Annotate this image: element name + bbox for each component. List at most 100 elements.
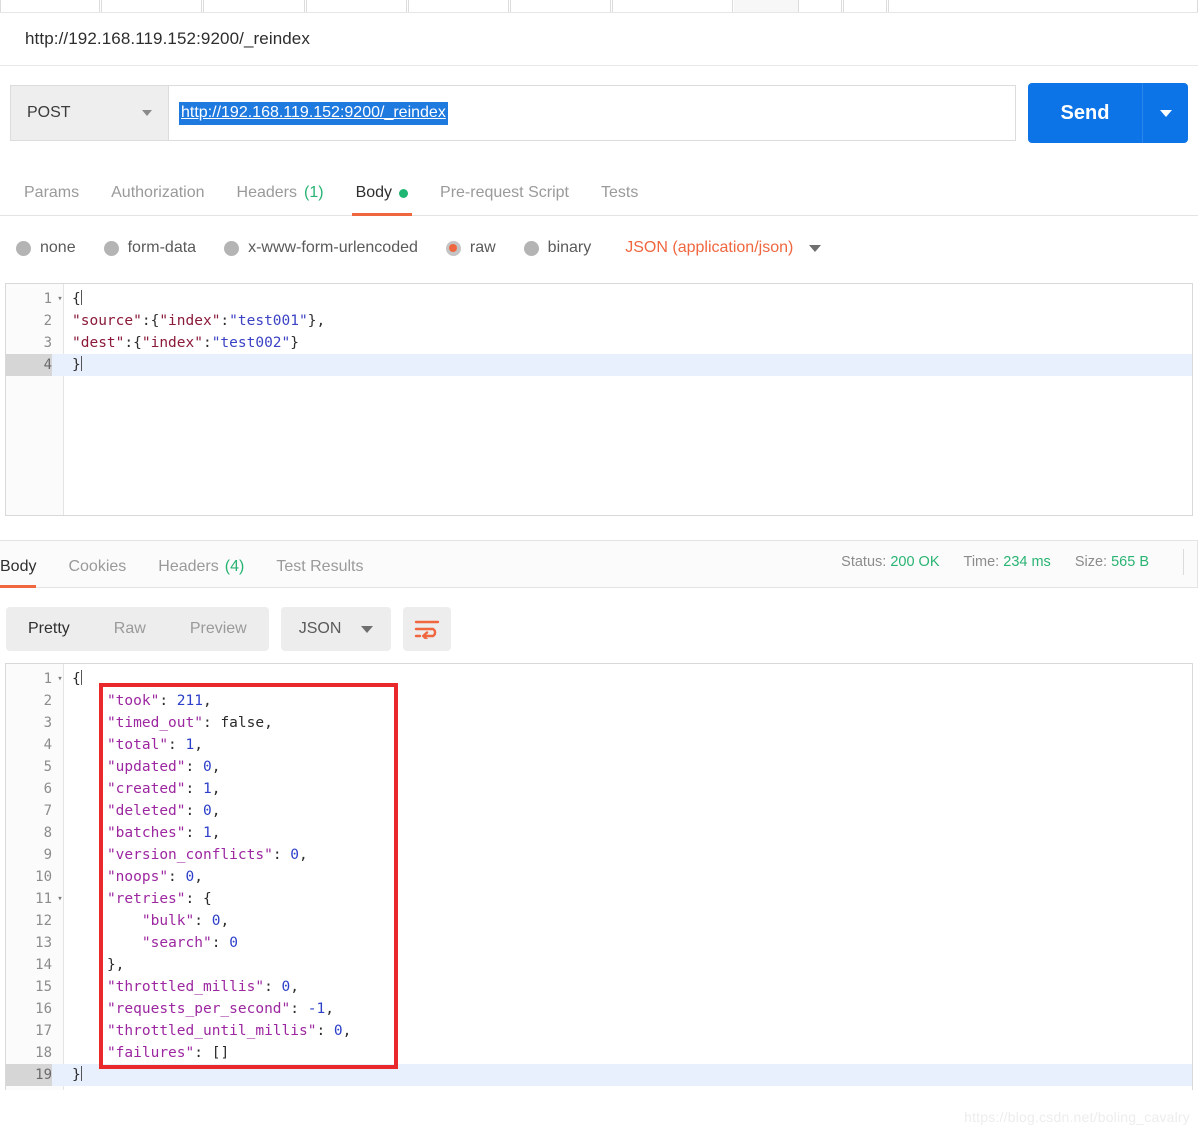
chevron-down-icon bbox=[809, 244, 822, 252]
line-number: 7 bbox=[43, 803, 52, 819]
window-tab[interactable] bbox=[510, 0, 611, 12]
code-line[interactable]: 16 "requests_per_second": -1, bbox=[6, 998, 1192, 1020]
line-number: 18 bbox=[35, 1045, 52, 1061]
code-line[interactable]: 2 "source":{"index":"test001"}, bbox=[6, 310, 1192, 332]
response-tab-body[interactable]: Body bbox=[0, 558, 52, 588]
request-url-row: POST http://192.168.119.152:9200/_reinde… bbox=[0, 66, 1198, 160]
code-line[interactable]: 13 "search": 0 bbox=[6, 932, 1192, 954]
window-tab[interactable] bbox=[306, 0, 407, 12]
code-line[interactable]: 1 ▾ { bbox=[6, 288, 1192, 310]
response-tab-test-results[interactable]: Test Results bbox=[260, 558, 379, 587]
code-line[interactable]: 3 "timed_out": false, bbox=[6, 712, 1192, 734]
http-method-select[interactable]: POST bbox=[10, 85, 168, 141]
body-type-binary[interactable]: binary bbox=[523, 239, 591, 257]
status-meta: Status: 200 OK bbox=[841, 554, 939, 570]
code-text: "throttled_until_millis": 0, bbox=[106, 1023, 352, 1039]
line-number: 4 bbox=[43, 737, 52, 753]
window-tab[interactable] bbox=[408, 0, 509, 12]
code-text: "throttled_millis": 0, bbox=[106, 979, 300, 995]
code-line[interactable]: 17 "throttled_until_millis": 0, bbox=[6, 1020, 1192, 1042]
line-number: 16 bbox=[35, 1001, 52, 1017]
fold-toggle-icon[interactable]: ▾ bbox=[54, 668, 66, 690]
code-line[interactable]: 19} bbox=[6, 1064, 1192, 1086]
tab-authorization[interactable]: Authorization bbox=[95, 184, 220, 215]
view-mode-raw[interactable]: Raw bbox=[92, 607, 168, 651]
view-mode-preview[interactable]: Preview bbox=[168, 607, 269, 651]
code-line[interactable]: 4 "total": 1, bbox=[6, 734, 1192, 756]
code-line[interactable]: 2 "took": 211, bbox=[6, 690, 1192, 712]
line-number: 4 bbox=[6, 354, 52, 376]
body-type-urlencoded[interactable]: x-www-form-urlencoded bbox=[224, 239, 418, 257]
window-tab[interactable] bbox=[888, 0, 1198, 12]
code-text: "version_conflicts": 0, bbox=[106, 847, 308, 863]
fold-toggle-icon[interactable]: ▾ bbox=[54, 288, 66, 310]
code-text: "bulk": 0, bbox=[141, 913, 230, 929]
line-number: 6 bbox=[43, 781, 52, 797]
code-text: { bbox=[72, 290, 82, 307]
code-line[interactable]: 4} bbox=[6, 354, 1192, 376]
code-line[interactable]: 1 ▾ { bbox=[6, 668, 1192, 690]
window-tab[interactable] bbox=[798, 0, 842, 12]
time-label: Time: bbox=[963, 554, 1000, 570]
tab-count: (4) bbox=[224, 558, 245, 575]
word-wrap-button[interactable] bbox=[403, 607, 452, 651]
content-type-select[interactable]: JSON (application/json) bbox=[625, 239, 822, 257]
response-format-label: JSON bbox=[298, 620, 342, 637]
code-line[interactable]: 10 "noops": 0, bbox=[6, 866, 1192, 888]
code-text: "failures": [] bbox=[106, 1045, 230, 1061]
url-input[interactable]: http://192.168.119.152:9200/_reindex bbox=[168, 85, 1016, 141]
body-type-label: form-data bbox=[127, 239, 197, 256]
request-title-bar: http://192.168.119.152:9200/_reindex bbox=[0, 13, 1198, 66]
code-line[interactable]: 8 "batches": 1, bbox=[6, 822, 1192, 844]
line-number: 8 bbox=[43, 825, 52, 841]
radio-icon bbox=[16, 240, 31, 256]
window-tab[interactable] bbox=[843, 0, 887, 12]
code-line[interactable]: 12 "bulk": 0, bbox=[6, 910, 1192, 932]
response-body-editor[interactable]: 1 ▾{2 "took": 211, 3 "timed_out": false, 4 … bbox=[5, 663, 1193, 1090]
line-number: 1 bbox=[43, 671, 52, 687]
response-tab-headers[interactable]: Headers (4) bbox=[142, 558, 260, 587]
window-tab[interactable] bbox=[612, 0, 733, 12]
tab-label: Authorization bbox=[111, 184, 205, 201]
window-tab[interactable] bbox=[203, 0, 305, 12]
fold-toggle-icon[interactable]: ▾ bbox=[54, 888, 66, 910]
code-line[interactable]: 7 "deleted": 0, bbox=[6, 800, 1192, 822]
radio-icon bbox=[224, 240, 240, 256]
status-label: Status: bbox=[841, 554, 887, 570]
code-line[interactable]: 15 "throttled_millis": 0, bbox=[6, 976, 1192, 998]
text-cursor bbox=[80, 1066, 82, 1081]
code-line[interactable]: 6 "created": 1, bbox=[6, 778, 1192, 800]
code-line[interactable]: 11 ▾ "retries": { bbox=[6, 888, 1192, 910]
tab-tests[interactable]: Tests bbox=[585, 184, 654, 215]
chevron-down-icon bbox=[142, 110, 152, 116]
code-text: "timed_out": false, bbox=[106, 715, 273, 731]
request-tab-strip[interactable] bbox=[0, 0, 1198, 13]
tab-label: Body bbox=[355, 184, 393, 201]
tab-pre-request-script[interactable]: Pre-request Script bbox=[424, 184, 585, 215]
body-type-form-data[interactable]: form-data bbox=[103, 239, 197, 257]
code-line[interactable]: 14 }, bbox=[6, 954, 1192, 976]
tab-headers[interactable]: Headers (1) bbox=[221, 184, 340, 215]
line-number: 17 bbox=[35, 1023, 52, 1039]
body-type-none[interactable]: none bbox=[16, 239, 76, 257]
code-line[interactable]: 3 "dest":{"index":"test002"} bbox=[6, 332, 1192, 354]
send-options-button[interactable] bbox=[1142, 83, 1188, 143]
url-input-value: http://192.168.119.152:9200/_reindex bbox=[179, 101, 448, 125]
view-mode-pretty[interactable]: Pretty bbox=[6, 607, 92, 651]
request-body-editor[interactable]: 1 ▾ {2 "source":{"index":"test001"}, 3 "dest"… bbox=[5, 283, 1193, 516]
send-button[interactable]: Send bbox=[1028, 83, 1142, 143]
response-format-select[interactable]: JSON bbox=[280, 607, 392, 651]
code-text: "requests_per_second": -1, bbox=[106, 1001, 334, 1017]
code-line[interactable]: 9 "version_conflicts": 0, bbox=[6, 844, 1192, 866]
code-line[interactable]: 5 "updated": 0, bbox=[6, 756, 1192, 778]
code-line[interactable]: 18 "failures": [] bbox=[6, 1042, 1192, 1064]
body-type-raw[interactable]: raw bbox=[445, 239, 496, 257]
window-tab[interactable] bbox=[101, 0, 202, 12]
window-tab[interactable] bbox=[0, 0, 100, 12]
code-text: "noops": 0, bbox=[106, 869, 203, 885]
tab-params[interactable]: Params bbox=[8, 184, 95, 215]
line-number: 19 bbox=[6, 1064, 52, 1086]
text-cursor bbox=[80, 356, 82, 371]
tab-body[interactable]: Body bbox=[340, 184, 424, 216]
response-tab-cookies[interactable]: Cookies bbox=[52, 558, 142, 587]
